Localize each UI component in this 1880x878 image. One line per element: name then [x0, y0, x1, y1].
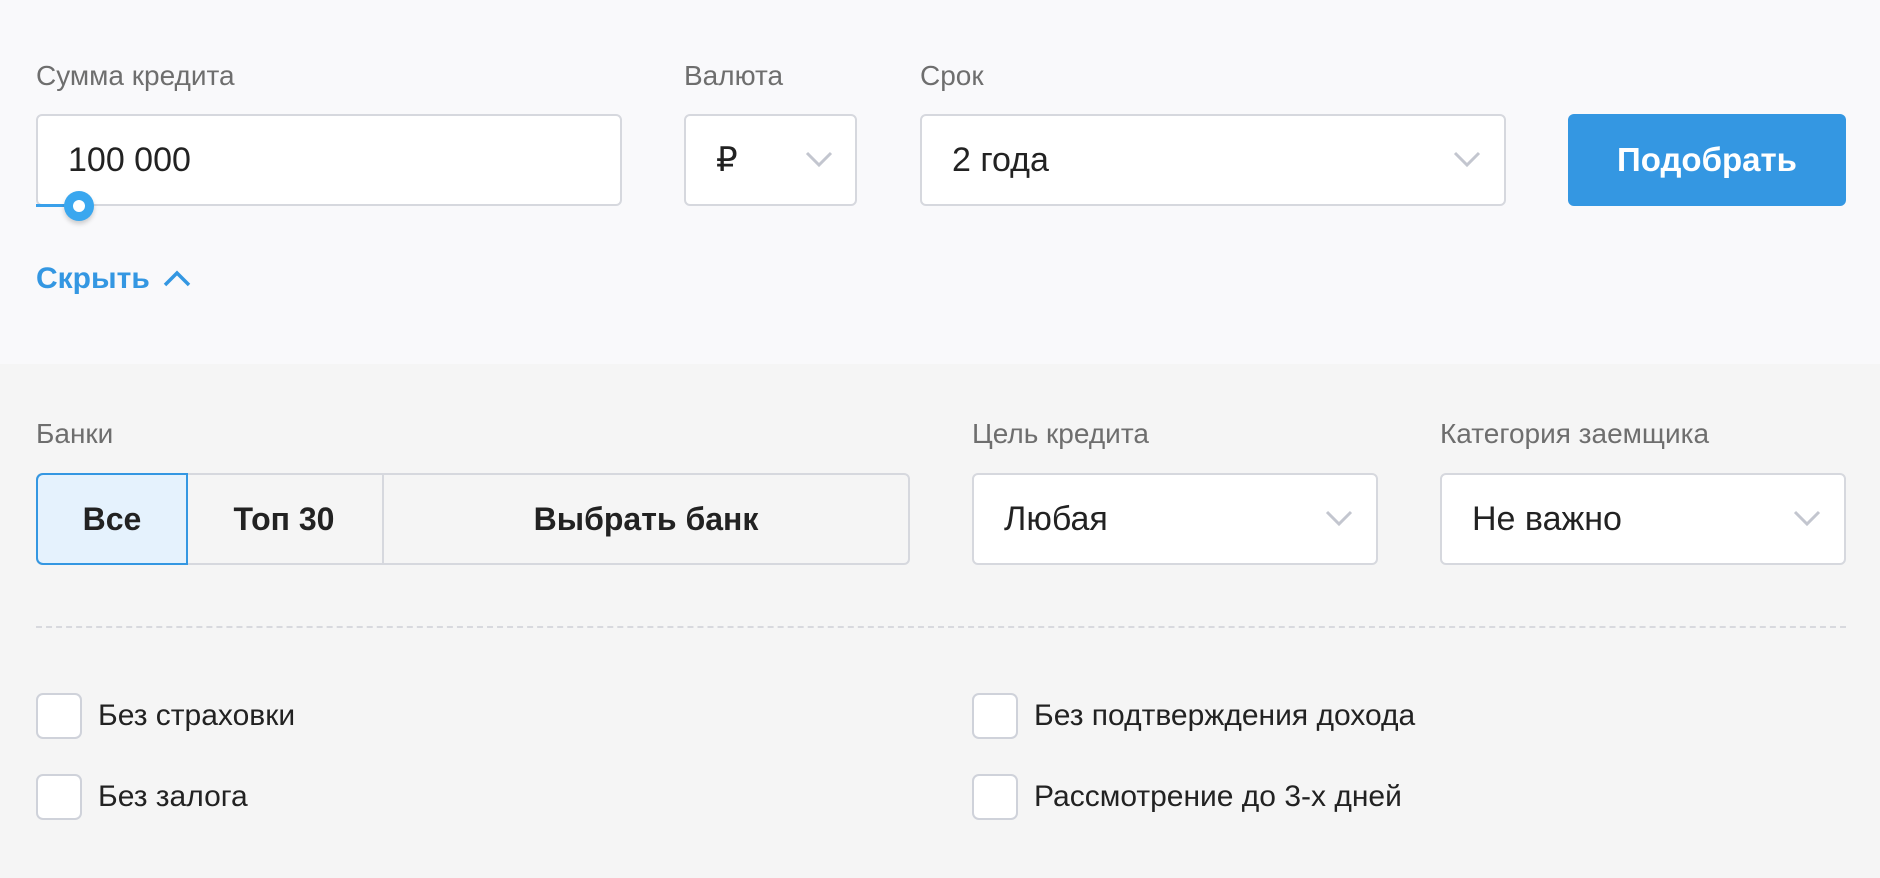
chevron-up-icon	[162, 262, 192, 296]
purpose-label: Цель кредита	[972, 418, 1149, 449]
amount-value: 100 000	[68, 141, 191, 179]
term-label: Срок	[920, 60, 984, 91]
checkbox-label: Без страховки	[98, 699, 296, 732]
checkbox-review-3-days[interactable]: Рассмотрение до 3-х дней	[972, 774, 1402, 820]
checkbox-no-collateral[interactable]: Без залога	[36, 774, 248, 820]
chevron-down-icon	[1324, 507, 1354, 529]
checkbox-box[interactable]	[36, 693, 82, 739]
amount-label: Сумма кредита	[36, 60, 235, 91]
banks-segmented-control: Все Топ 30 Выбрать банк	[36, 473, 910, 565]
hide-filters-link[interactable]: Скрыть	[36, 262, 192, 296]
purpose-value: Любая	[1004, 500, 1108, 538]
checkbox-label: Рассмотрение до 3-х дней	[1034, 780, 1402, 813]
banks-option-top30[interactable]: Топ 30	[186, 475, 384, 563]
banks-option-choose[interactable]: Выбрать банк	[384, 475, 908, 563]
hide-filters-label: Скрыть	[36, 262, 150, 295]
checkbox-no-income-proof[interactable]: Без подтверждения дохода	[972, 693, 1415, 739]
category-select[interactable]: Не важно	[1440, 473, 1846, 565]
category-value: Не важно	[1472, 500, 1622, 538]
chevron-down-icon	[804, 148, 834, 170]
purpose-select[interactable]: Любая	[972, 473, 1378, 565]
checkbox-label: Без залога	[98, 780, 248, 813]
checkbox-box[interactable]	[36, 774, 82, 820]
currency-value: ₽	[716, 141, 738, 179]
chevron-down-icon	[1792, 507, 1822, 529]
chevron-down-icon	[1452, 148, 1482, 170]
checkbox-box[interactable]	[972, 693, 1018, 739]
checkbox-label: Без подтверждения дохода	[1034, 699, 1416, 732]
section-divider	[36, 626, 1846, 628]
checkbox-no-insurance[interactable]: Без страховки	[36, 693, 295, 739]
term-select[interactable]: 2 года	[920, 114, 1506, 206]
term-value: 2 года	[952, 141, 1049, 179]
category-label: Категория заемщика	[1440, 418, 1710, 449]
currency-label: Валюта	[684, 60, 784, 91]
submit-button[interactable]: Подобрать	[1568, 114, 1846, 206]
banks-label: Банки	[36, 418, 114, 449]
checkbox-box[interactable]	[972, 774, 1018, 820]
banks-option-all[interactable]: Все	[38, 475, 186, 563]
currency-select[interactable]: ₽	[684, 114, 857, 206]
amount-input[interactable]: 100 000	[36, 114, 622, 206]
amount-slider-thumb[interactable]	[64, 191, 94, 221]
